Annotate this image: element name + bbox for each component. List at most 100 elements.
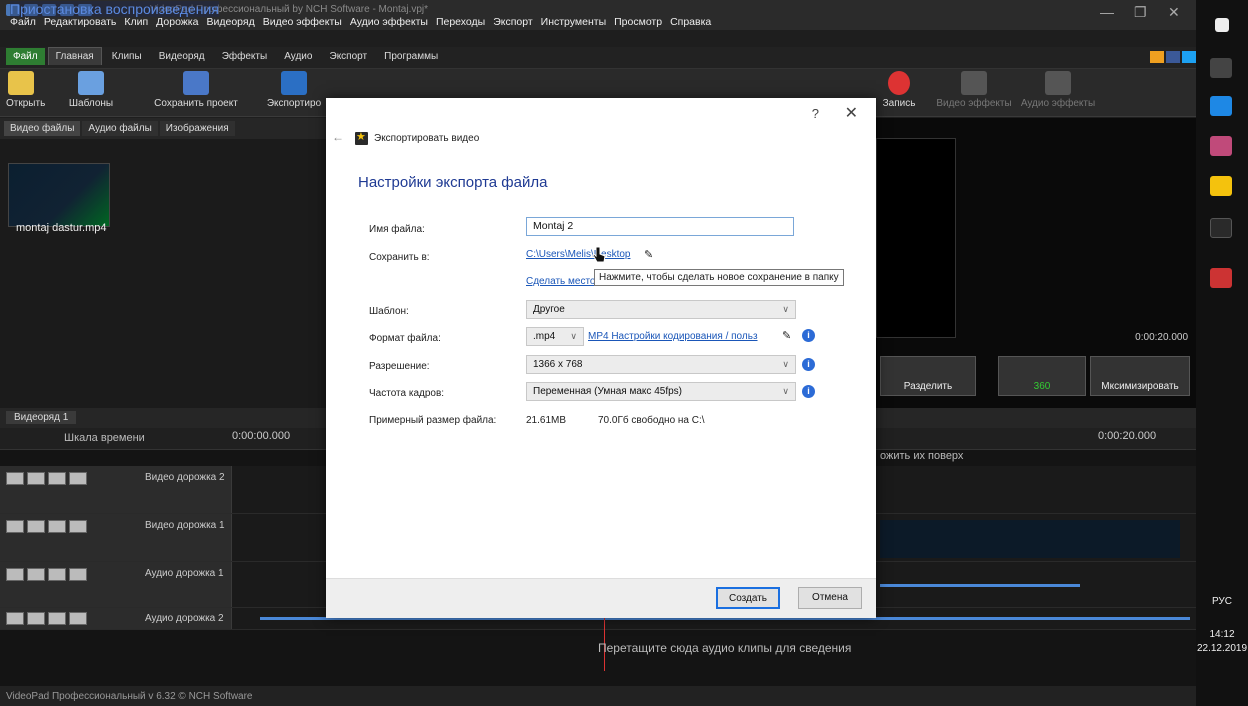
info-icon[interactable]: i bbox=[802, 329, 815, 342]
maximize-button[interactable]: Мксимизировать bbox=[1090, 356, 1190, 396]
menu-item[interactable]: Справка bbox=[670, 16, 711, 28]
filename-input[interactable]: Montaj 2 bbox=[526, 217, 794, 236]
framerate-select[interactable]: Переменная (Умная макс 45fps) ∨ bbox=[526, 382, 796, 401]
save-project-label: Сохранить проект bbox=[154, 98, 238, 109]
videopad-icon[interactable] bbox=[1210, 218, 1232, 238]
clock-date: 22.12.2019 bbox=[1196, 643, 1248, 654]
make-folder-link[interactable]: Сделать место bbox=[526, 276, 596, 287]
tab-home[interactable]: Главная bbox=[47, 47, 102, 65]
minimize-icon[interactable]: — bbox=[1100, 4, 1114, 20]
playback-pause-label: Приостановка воспроизведения bbox=[10, 1, 219, 17]
menu-item[interactable]: Файл bbox=[10, 16, 36, 28]
pencil-icon[interactable]: ✎ bbox=[644, 248, 653, 261]
template-value: Другое bbox=[533, 304, 565, 315]
track-controls[interactable] bbox=[6, 568, 87, 581]
360-button[interactable]: 360 bbox=[998, 356, 1086, 396]
export-button[interactable]: Экспортиро bbox=[262, 71, 326, 109]
record-button[interactable]: Запись bbox=[876, 71, 922, 109]
menu-item[interactable]: Инструменты bbox=[541, 16, 606, 28]
cancel-button[interactable]: Отмена bbox=[798, 587, 862, 609]
dialog-title: Экспортировать видео bbox=[374, 133, 480, 144]
template-select[interactable]: Другое ∨ bbox=[526, 300, 796, 319]
open-button[interactable]: Открыть bbox=[6, 71, 45, 109]
menu-item[interactable]: Клип bbox=[124, 16, 148, 28]
menu-item[interactable]: Видео эффекты bbox=[263, 16, 342, 28]
task-view-icon[interactable] bbox=[1210, 58, 1232, 78]
chevron-down-icon: ∨ bbox=[782, 386, 789, 396]
menu-item[interactable]: Редактировать bbox=[44, 16, 117, 28]
track-header: Аудио дорожка 1 bbox=[0, 562, 232, 607]
tooltip: Нажмите, чтобы сделать новое сохранение … bbox=[594, 269, 844, 286]
save-to-label: Сохранить в: bbox=[369, 252, 430, 263]
close-icon[interactable]: ✕ bbox=[1168, 4, 1180, 21]
maximize-icon[interactable]: ❐ bbox=[1134, 4, 1147, 21]
folder-icon bbox=[8, 71, 34, 95]
tab-programs[interactable]: Программы bbox=[377, 48, 445, 65]
tab-sequence[interactable]: Видеоряд bbox=[152, 48, 212, 65]
templates-label: Шаблоны bbox=[68, 98, 114, 109]
tab-clips[interactable]: Клипы bbox=[105, 48, 149, 65]
tab-file[interactable]: Файл bbox=[6, 48, 45, 65]
back-arrow-icon[interactable]: ← bbox=[332, 130, 344, 144]
menu-item[interactable]: Дорожка bbox=[156, 16, 198, 28]
track-label: Видео дорожка 2 bbox=[145, 472, 225, 483]
track-controls[interactable] bbox=[6, 472, 87, 485]
clip-name: montaj dastur.mp4 bbox=[16, 222, 107, 234]
templates-button[interactable]: Шаблоны bbox=[66, 71, 116, 109]
save-path-link[interactable]: C:\Users\Melis\Desktop bbox=[526, 249, 630, 260]
tab-video-files[interactable]: Видео файлы bbox=[4, 121, 81, 136]
track-label: Аудио дорожка 2 bbox=[145, 613, 224, 624]
pencil-icon[interactable]: ✎ bbox=[782, 329, 791, 342]
format-value: .mp4 bbox=[533, 331, 556, 342]
clock-time: 14:12 bbox=[1209, 629, 1235, 640]
audio-effects-button[interactable]: Аудио эффекты bbox=[1018, 71, 1098, 109]
video-preview[interactable] bbox=[876, 138, 956, 338]
track-controls[interactable] bbox=[6, 612, 87, 625]
start-icon[interactable] bbox=[1215, 18, 1229, 32]
export-dialog: ? ✕ ← Экспортировать видео Настройки экс… bbox=[326, 98, 876, 618]
app-icon[interactable] bbox=[1210, 136, 1232, 156]
format-settings-link[interactable]: MP4 Настройки кодирования / польз bbox=[588, 331, 758, 342]
clip-thumbnail[interactable] bbox=[8, 163, 110, 227]
export-star-icon bbox=[355, 130, 368, 145]
video-clip[interactable] bbox=[880, 520, 1180, 558]
menu-item[interactable]: Видеоряд bbox=[206, 16, 254, 28]
help-button[interactable]: ? bbox=[812, 106, 819, 121]
info-icon[interactable]: i bbox=[802, 358, 815, 371]
format-select[interactable]: .mp4 ∨ bbox=[526, 327, 584, 346]
menu-item[interactable]: Экспорт bbox=[493, 16, 532, 28]
360-label: 360 bbox=[1033, 381, 1051, 392]
menu-item[interactable]: Переходы bbox=[436, 16, 485, 28]
track-label: Видео дорожка 1 bbox=[145, 520, 225, 531]
title-bar: VideoPad Профессиональный by NCH Softwar… bbox=[0, 0, 1196, 30]
language-indicator[interactable]: РУС bbox=[1196, 596, 1248, 607]
preview-time: 0:00:20.000 bbox=[1135, 332, 1188, 343]
tab-images[interactable]: Изображения bbox=[159, 121, 235, 136]
framerate-value: Переменная (Умная макс 45fps) bbox=[533, 386, 682, 397]
menu-item[interactable]: Аудио эффекты bbox=[350, 16, 428, 28]
tab-audio-files[interactable]: Аудио файлы bbox=[82, 121, 158, 136]
split-button[interactable]: Разделить bbox=[880, 356, 976, 396]
video-effects-icon bbox=[961, 71, 987, 95]
audio-effects-icon bbox=[1045, 71, 1071, 95]
menu-item[interactable]: Просмотр bbox=[614, 16, 662, 28]
save-project-button[interactable]: Сохранить проект bbox=[148, 71, 244, 109]
explorer-icon[interactable] bbox=[1210, 176, 1232, 196]
record-icon bbox=[888, 71, 910, 95]
tab-audio[interactable]: Аудио bbox=[277, 48, 319, 65]
tab-effects[interactable]: Эффекты bbox=[215, 48, 274, 65]
edge-icon[interactable] bbox=[1210, 96, 1232, 116]
track-header: Видео дорожка 1 bbox=[0, 514, 232, 561]
info-icon[interactable]: i bbox=[802, 385, 815, 398]
recorder-icon[interactable] bbox=[1210, 268, 1232, 288]
create-button[interactable]: Создать bbox=[716, 587, 780, 609]
clock[interactable]: 14:12 22.12.2019 bbox=[1196, 628, 1248, 656]
resolution-select[interactable]: 1366 x 768 ∨ bbox=[526, 355, 796, 374]
tab-export[interactable]: Экспорт bbox=[323, 48, 375, 65]
preview-panel: 0:00:20.000 Разделить 360 Мксимизировать bbox=[876, 118, 1196, 408]
video-effects-label: Видео эффекты bbox=[936, 98, 1012, 109]
track-controls[interactable] bbox=[6, 520, 87, 533]
video-effects-button[interactable]: Видео эффекты bbox=[934, 71, 1014, 109]
sequence-tab[interactable]: Видеоряд 1 bbox=[6, 411, 77, 424]
dialog-close-button[interactable]: ✕ bbox=[845, 103, 858, 123]
